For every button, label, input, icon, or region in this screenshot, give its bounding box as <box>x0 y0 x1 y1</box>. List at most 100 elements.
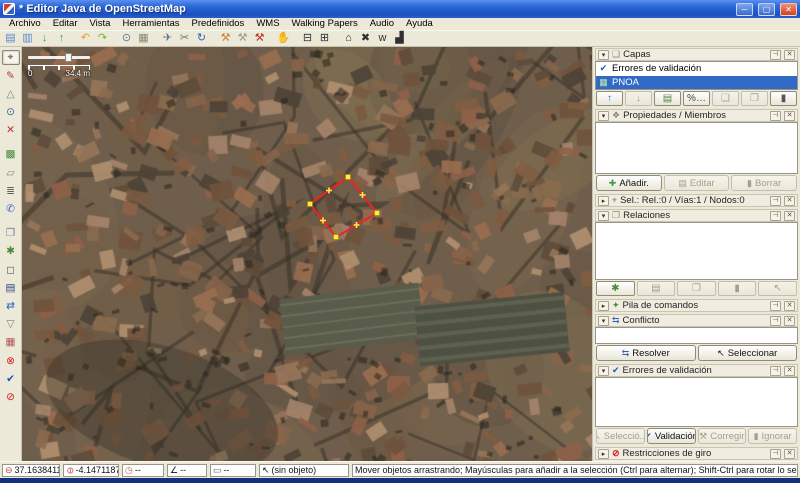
car-preset-icon[interactable]: ⊟ <box>299 31 316 46</box>
dock-icon[interactable]: ⊣ <box>770 50 781 60</box>
redo-icon[interactable]: ↷ <box>94 31 111 46</box>
validation-select-button[interactable]: ↖Selecció... <box>596 428 645 444</box>
edit-property-button[interactable]: ▤Editar <box>664 175 730 191</box>
menu-item-herramientas[interactable]: Herramientas <box>117 18 184 30</box>
tool-orange-icon[interactable]: ⚒ <box>217 31 234 46</box>
layer-row-errores-de-validaci-n[interactable]: ✔Errores de validación <box>596 62 797 76</box>
waypoint-preset-icon[interactable]: w <box>374 31 391 46</box>
dock-icon[interactable]: ⊣ <box>770 196 781 206</box>
notes-toggle-icon[interactable]: ▦ <box>2 335 20 350</box>
turn-restriction-toggle-icon[interactable]: ⊘ <box>2 389 20 404</box>
tool-red-icon[interactable]: ⚒ <box>251 31 268 46</box>
maximize-button[interactable]: ▢ <box>758 3 775 16</box>
dock-icon[interactable]: ⊣ <box>770 366 781 376</box>
close-panel-icon[interactable]: ✕ <box>784 301 795 311</box>
layer-move-up-button[interactable]: ↑ <box>596 91 623 106</box>
wms-icon[interactable]: ✈ <box>159 31 176 46</box>
menu-item-walking-papers[interactable]: Walking Papers <box>287 18 363 30</box>
zoom-slider[interactable] <box>28 53 90 62</box>
extrude-tool-icon[interactable]: ▱ <box>2 165 20 180</box>
menu-item-audio[interactable]: Audio <box>365 18 399 30</box>
menu-item-wms[interactable]: WMS <box>251 18 284 30</box>
add-property-button[interactable]: ✚Añadir. <box>596 175 662 191</box>
museum-preset-icon[interactable]: ⌂ <box>340 31 357 46</box>
merge-layers-icon[interactable]: ≣ <box>2 183 20 198</box>
menu-item-editar[interactable]: Editar <box>48 18 83 30</box>
layer-opacity-button[interactable]: %… <box>683 91 710 106</box>
selected-way-overlay[interactable] <box>22 47 592 461</box>
layer-merge-button[interactable]: ❏ <box>712 91 739 106</box>
upload-icon[interactable]: ↑ <box>53 31 70 46</box>
validator-toggle-icon[interactable]: ✔ <box>2 371 20 386</box>
map-view[interactable]: 0 34.4 m <box>22 47 592 461</box>
zoom-slider-handle[interactable] <box>65 53 72 62</box>
close-panel-icon[interactable]: ✕ <box>784 366 795 376</box>
layer-row-pnoa[interactable]: ▦PNOA <box>596 76 797 90</box>
menu-item-archivo[interactable]: Archivo <box>4 18 46 30</box>
dock-icon[interactable]: ⊣ <box>770 111 781 121</box>
dock-icon[interactable]: ⊣ <box>770 301 781 311</box>
filter-toggle-icon[interactable]: ▽ <box>2 317 20 332</box>
select-conflict-button[interactable]: ↖Seleccionar <box>698 345 798 361</box>
dock-icon[interactable]: ⊣ <box>770 449 781 459</box>
draw-node-tool-icon[interactable]: ✎ <box>2 68 20 83</box>
close-panel-icon[interactable]: ✕ <box>784 196 795 206</box>
close-panel-icon[interactable]: ✕ <box>784 449 795 459</box>
tool-gray-icon[interactable]: ⚒ <box>234 31 251 46</box>
open-icon[interactable]: ▥ <box>19 31 36 46</box>
layer-visibility-button[interactable]: ▤ <box>654 91 681 106</box>
preferences-icon[interactable]: ▦ <box>135 31 152 46</box>
close-panel-icon[interactable]: ✕ <box>784 211 795 221</box>
resolve-conflict-button[interactable]: ⇆Resolver <box>596 345 696 361</box>
relation-edit-button[interactable]: ▤ <box>637 281 676 296</box>
close-panel-icon[interactable]: ✕ <box>784 111 795 121</box>
selection-toggle-icon[interactable]: ◻ <box>2 262 20 277</box>
delete-preset-icon[interactable]: ✖ <box>357 31 374 46</box>
close-panel-icon[interactable]: ✕ <box>784 316 795 326</box>
conflict-toggle-icon[interactable]: ⇄ <box>2 298 20 313</box>
close-panel-icon[interactable]: ✕ <box>784 50 795 60</box>
measure-tool-icon[interactable]: △ <box>2 86 20 101</box>
refresh-icon[interactable]: ↻ <box>193 31 210 46</box>
split-way-icon[interactable]: ✂ <box>176 31 193 46</box>
collapse-icon[interactable]: ▾ <box>598 111 609 121</box>
relations-toggle-icon[interactable]: ❐ <box>2 226 20 241</box>
dock-icon[interactable]: ⊣ <box>770 316 781 326</box>
collapse-icon[interactable]: ▾ <box>598 316 609 326</box>
validation-fix-button[interactable]: ⚒Corregir <box>698 428 747 444</box>
collapse-icon[interactable]: ▸ <box>598 196 609 206</box>
train-preset-icon[interactable]: ⊞ <box>316 31 333 46</box>
layer-delete-button[interactable]: ▮ <box>770 91 797 106</box>
collapse-icon[interactable]: ▸ <box>598 301 609 311</box>
validation-ignore-button[interactable]: ▮Ignorar <box>748 428 797 444</box>
dock-icon[interactable]: ⊣ <box>770 211 781 221</box>
collapse-icon[interactable]: ▾ <box>598 50 609 60</box>
command-stack-toggle-icon[interactable]: ✱ <box>2 244 20 259</box>
layers-toggle-icon[interactable]: ▤ <box>2 280 20 295</box>
validation-error-toggle-icon[interactable]: ⊗ <box>2 353 20 368</box>
layer-duplicate-button[interactable]: ❐ <box>741 91 768 106</box>
minimize-button[interactable]: ─ <box>736 3 753 16</box>
validation-run-button[interactable]: ✔Validación <box>647 428 696 444</box>
relation-duplicate-button[interactable]: ❐ <box>677 281 716 296</box>
select-move-tool-icon[interactable]: ⌖ <box>2 50 20 65</box>
layer-move-down-button[interactable]: ↓ <box>625 91 652 106</box>
zoom-tool-icon[interactable]: ⊙ <box>2 105 20 120</box>
city-preset-icon[interactable]: ▟ <box>391 31 408 46</box>
new-icon[interactable]: ▤ <box>2 31 19 46</box>
download-icon[interactable]: ↓ <box>36 31 53 46</box>
audio-icon[interactable]: ✆ <box>2 202 20 217</box>
relation-delete-button[interactable]: ▮ <box>718 281 757 296</box>
collapse-icon[interactable]: ▾ <box>598 366 609 376</box>
delete-property-button[interactable]: ▮Borrar <box>731 175 797 191</box>
pan-hand-icon[interactable]: ✋ <box>275 31 292 46</box>
delete-tool-icon[interactable]: ✕ <box>2 123 20 138</box>
grid-tool-icon[interactable]: ▩ <box>2 147 20 162</box>
collapse-icon[interactable]: ▸ <box>598 449 609 459</box>
collapse-icon[interactable]: ▾ <box>598 211 609 221</box>
undo-icon[interactable]: ↶ <box>77 31 94 46</box>
zoom-to-selection-icon[interactable]: ⊙ <box>118 31 135 46</box>
relation-new-button[interactable]: ✱ <box>596 281 635 296</box>
menu-item-vista[interactable]: Vista <box>85 18 116 30</box>
close-button[interactable]: ✕ <box>780 3 797 16</box>
